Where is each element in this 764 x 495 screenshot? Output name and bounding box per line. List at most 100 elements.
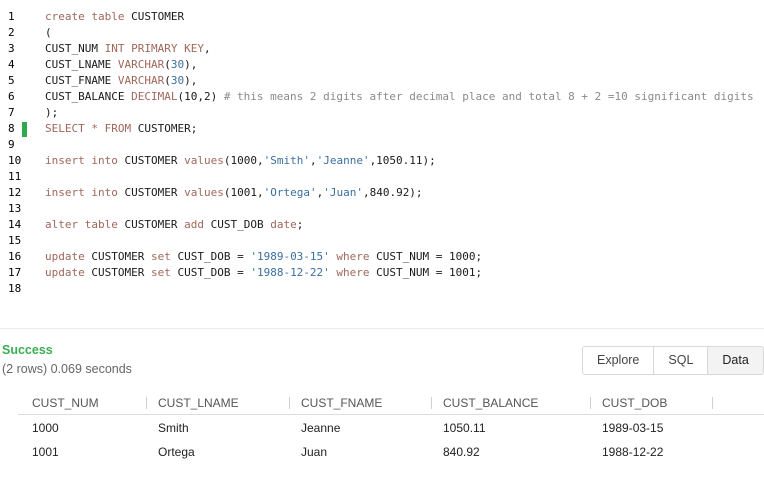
result-meta: (2 rows) 0.069 seconds [2,362,132,376]
line-number: 14 [8,218,22,231]
code-token: insert into [45,154,125,167]
code-token: ( [45,26,52,39]
code-token: ,1050.11); [369,154,436,167]
code-line[interactable]: 10 insert into CUSTOMER values(1000,'Smit… [0,153,764,169]
code-line[interactable]: 14 alter table CUSTOMER add CUST_DOB date… [0,217,764,233]
code-token: CUSTOMER [124,154,185,167]
code-line[interactable]: 15 [0,233,764,249]
code-line[interactable]: 13 [0,201,764,217]
line-number: 12 [8,186,22,199]
code-line[interactable]: 4 CUST_LNAME VARCHAR(30), [0,57,764,73]
code-token: 30 [170,74,185,87]
tab-data[interactable]: Data [708,347,763,374]
code-text: create table CUSTOMER [45,9,184,25]
line-number: 7 [8,106,15,119]
code-token: CUST_DOB [210,218,271,231]
column-header-cust-dob[interactable]: CUST_DOB [602,396,667,410]
code-token: create table [45,10,132,23]
code-text: SELECT * FROM CUSTOMER; [45,121,197,137]
cell-cust-num: 1000 [32,421,59,435]
code-text: CUST_BALANCE DECIMAL(10,2) # this means … [45,89,754,105]
code-token: CUSTOMER [124,218,185,231]
code-line[interactable]: 6 CUST_BALANCE DECIMAL(10,2) # this means… [0,89,764,105]
code-token: CUST_NUM = 1001; [376,266,483,279]
code-token: 'Ortega' [263,186,317,199]
tab-sql[interactable]: SQL [654,347,709,374]
sql-editor[interactable]: 1 create table CUSTOMER 2(3 CUST_NUM INT PR… [0,0,764,300]
code-line[interactable]: 1 create table CUSTOMER [0,9,764,25]
column-header-cust-fname[interactable]: CUST_FNAME [301,396,382,410]
code-token: , [203,42,211,55]
code-line[interactable]: 3 CUST_NUM INT PRIMARY KEY, [0,41,764,57]
result-view-tabs: Explore SQL Data [582,346,764,375]
code-text: update CUSTOMER set CUST_DOB = '1989-03-… [45,249,482,265]
code-line[interactable]: 2( [0,25,764,41]
code-token: ( [164,58,171,71]
tab-explore[interactable]: Explore [583,347,655,374]
table-header: CUST_NUM CUST_LNAME CUST_FNAME CUST_BALA… [18,392,764,415]
column-header-cust-balance[interactable]: CUST_BALANCE [443,396,538,410]
code-line[interactable]: 7); [0,105,764,121]
column-resize-handle[interactable] [146,397,147,409]
code-token: 'Smith' [263,154,310,167]
code-line[interactable]: 5 CUST_FNAME VARCHAR(30), [0,73,764,89]
code-token: CUST_NUM = 1000; [376,250,483,263]
code-line[interactable]: 16 update CUSTOMER set CUST_DOB = '1989-0… [0,249,764,265]
code-token: CUSTOMER [124,186,185,199]
status-text: Success [2,343,53,357]
code-token: insert into [45,186,125,199]
code-token: ), [184,74,198,87]
code-token: CUST_DOB = [177,250,251,263]
code-token: where [329,250,377,263]
line-number: 2 [8,26,15,39]
code-token: # this means 2 digits after decimal plac… [223,90,754,103]
code-token: , [309,154,317,167]
cell-cust-balance: 840.92 [443,445,480,459]
cell-cust-num: 1001 [32,445,59,459]
line-number: 15 [8,234,22,247]
code-line[interactable]: 18 [0,281,764,297]
code-line[interactable]: 12 insert into CUSTOMER values(1001,'Orte… [0,185,764,201]
code-token: ,840.92); [362,186,423,199]
column-header-cust-num[interactable]: CUST_NUM [32,396,99,410]
code-token: 'Juan' [323,186,363,199]
code-token: VARCHAR [117,74,165,87]
code-text: insert into CUSTOMER values(1001,'Ortega… [45,185,423,201]
code-token: CUST_BALANCE [45,90,132,103]
code-token: INT PRIMARY KEY [104,42,204,55]
line-number: 6 [8,90,15,103]
column-resize-handle[interactable] [289,397,290,409]
code-token: CUSTOMER [91,250,151,263]
column-resize-handle[interactable] [431,397,432,409]
code-line[interactable]: 17 update CUSTOMER set CUST_DOB = '1988-1… [0,265,764,281]
column-header-cust-lname[interactable]: CUST_LNAME [158,396,239,410]
panel-divider [0,328,764,329]
code-token: (1000, [223,154,264,167]
code-text: CUST_FNAME VARCHAR(30), [45,73,197,89]
code-line[interactable]: 11 [0,169,764,185]
column-resize-handle[interactable] [590,397,591,409]
code-token: ( [164,74,171,87]
line-number: 9 [8,138,15,151]
code-token: CUST_FNAME [45,74,118,87]
cell-cust-balance: 1050.11 [443,421,486,435]
code-token: values [184,186,224,199]
column-resize-handle[interactable] [712,397,713,409]
code-text: update CUSTOMER set CUST_DOB = '1988-12-… [45,265,482,281]
code-token: CUST_DOB = [177,266,251,279]
code-token: SELECT * FROM [45,122,138,135]
code-token: where [329,266,377,279]
code-line[interactable]: 8 SELECT * FROM CUSTOMER; [0,121,764,137]
cell-cust-dob: 1988-12-22 [602,445,664,459]
code-line[interactable]: 9 [0,137,764,153]
code-token: CUST_NUM [45,42,105,55]
current-line-marker [22,122,27,137]
cell-cust-dob: 1989-03-15 [602,421,664,435]
code-token: alter table [45,218,125,231]
cell-cust-fname: Jeanne [301,421,341,435]
code-token: update [45,250,92,263]
code-token: CUST_LNAME [45,58,118,71]
code-text: CUST_NUM INT PRIMARY KEY, [45,41,211,57]
table-row[interactable]: 1000 Smith Jeanne 1050.11 1989-03-15 [18,418,764,440]
table-row[interactable]: 1001 Ortega Juan 840.92 1988-12-22 [18,442,764,464]
